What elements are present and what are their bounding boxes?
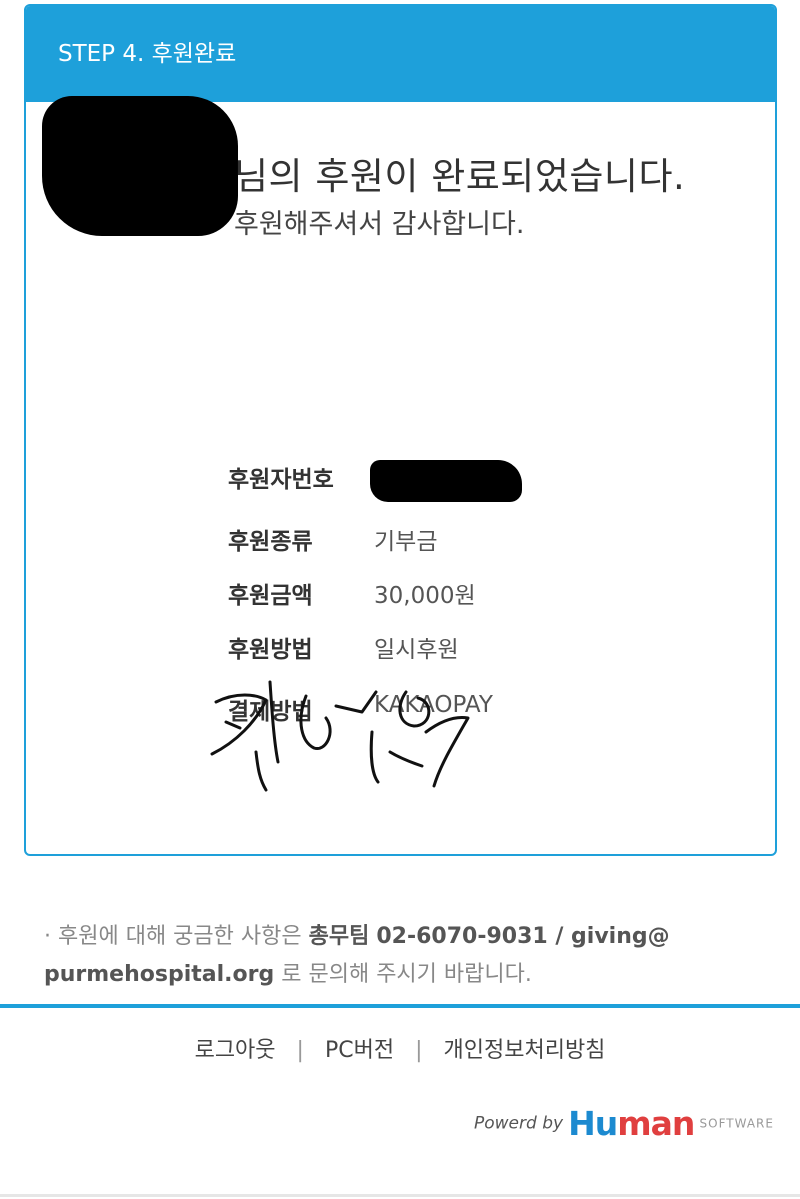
detail-label: 후원자번호 — [228, 467, 334, 493]
notice-suffix: 로 문의해 주시기 바랍니다. — [281, 962, 532, 987]
step-header: STEP 4. 후원완료 — [26, 6, 775, 102]
human-logo: Human — [568, 1104, 695, 1143]
link-separator: | — [415, 1038, 423, 1063]
footer-links: 로그아웃 | PC버전 | 개인정보처리방침 — [0, 1032, 800, 1064]
completion-headline: 님의 후원이 완료되었습니다. — [234, 155, 686, 198]
footer-divider — [0, 1004, 800, 1008]
redacted-donor-number — [370, 460, 522, 502]
detail-value: 30,000원 — [374, 583, 476, 609]
detail-value: 일시후원 — [374, 637, 459, 663]
detail-value: 기부금 — [374, 529, 438, 555]
link-separator: | — [296, 1038, 304, 1063]
privacy-policy-link[interactable]: 개인정보처리방침 — [444, 1038, 606, 1063]
step-title: STEP 4. 후원완료 — [58, 41, 237, 67]
detail-label: 후원종류 — [228, 529, 313, 555]
detail-label: 후원방법 — [228, 637, 313, 663]
redacted-donor-name — [42, 96, 238, 236]
notice-email-domain: purmehospital.org — [44, 962, 275, 987]
logout-link[interactable]: 로그아웃 — [195, 1038, 276, 1063]
notice-contact: 02-6070-9031 / giving@ — [376, 924, 670, 949]
donation-complete-card: STEP 4. 후원완료 님의 후원이 완료되었습니다. 후원해주셔서 감사합니… — [24, 4, 777, 856]
notice-prefix: · 후원에 대해 궁금한 사항은 — [44, 924, 302, 949]
powered-by-text: Powerd by — [474, 1113, 564, 1134]
software-text: SOFTWARE — [699, 1116, 774, 1131]
bottom-border — [0, 1194, 800, 1197]
inquiry-notice: · 후원에 대해 궁금한 사항은 총무팀 02-6070-9031 / givi… — [44, 918, 774, 994]
thanks-message: 후원해주셔서 감사합니다. — [234, 209, 525, 240]
detail-label: 후원금액 — [228, 583, 313, 609]
powered-by-logo: Powerd by Human SOFTWARE — [474, 1104, 774, 1148]
pc-version-link[interactable]: PC버전 — [325, 1038, 394, 1063]
notice-team: 총무팀 — [308, 924, 370, 949]
handwritten-signature — [210, 680, 470, 792]
